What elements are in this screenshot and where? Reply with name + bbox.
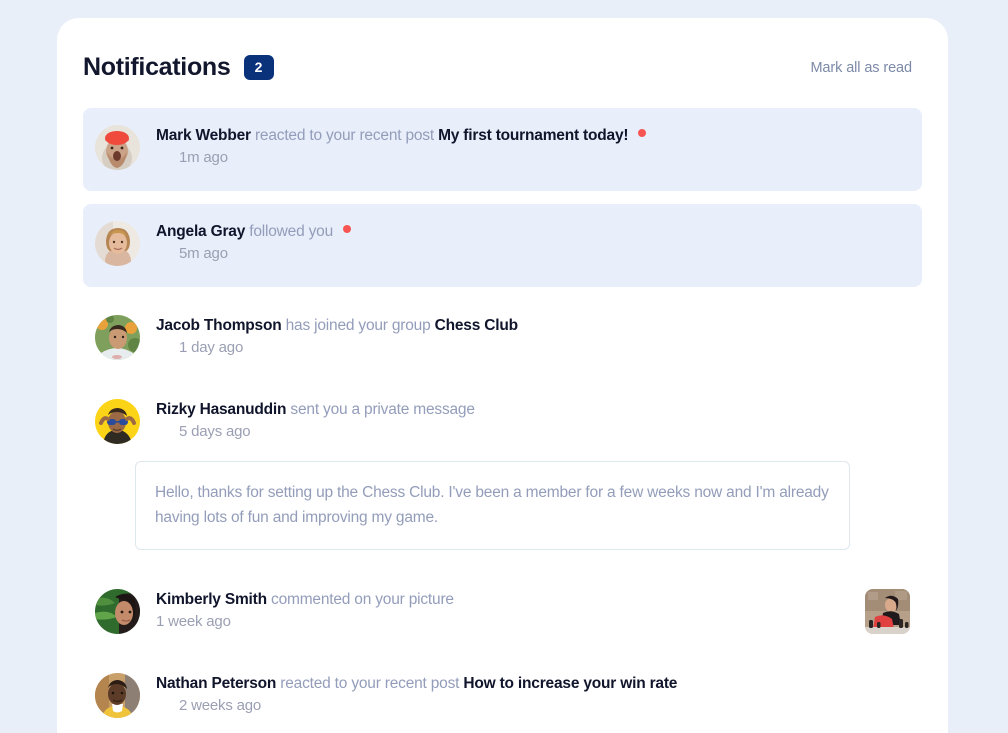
notification-time: 5m ago — [179, 245, 228, 262]
notification-time: 2 weeks ago — [179, 697, 262, 714]
notifications-page: Notifications 2 Mark all as read Mark We… — [0, 0, 1008, 733]
actor-name[interactable]: Jacob Thompson — [156, 317, 282, 334]
avatar-kimberly-smith[interactable] — [95, 589, 140, 634]
target-text[interactable]: Chess Club — [435, 317, 518, 334]
action-text: commented on your picture — [271, 591, 454, 608]
title-group: Notifications 2 — [83, 55, 274, 80]
notification-body: Mark Webber reacted to your recent post … — [156, 125, 910, 168]
action-text: followed you — [249, 223, 334, 240]
actor-name[interactable]: Rizky Hasanuddin — [156, 401, 287, 418]
notification-item[interactable]: Jacob Thompson has joined your group Che… — [83, 300, 922, 375]
notification-list: Mark Webber reacted to your recent post … — [57, 90, 948, 733]
notification-body: Kimberly Smith commented on your picture… — [156, 589, 865, 632]
action-text: reacted to your recent post — [254, 127, 434, 144]
action-text: has joined your group — [285, 317, 431, 334]
notification-item[interactable]: Mark Webber reacted to your recent post … — [83, 108, 922, 191]
notification-item[interactable]: Kimberly Smith commented on your picture… — [83, 574, 922, 649]
actor-name[interactable]: Kimberly Smith — [156, 591, 267, 608]
notification-time: 1 day ago — [179, 339, 244, 356]
actor-name[interactable]: Mark Webber — [156, 127, 251, 144]
notification-text: Angela Gray followed you — [156, 222, 910, 242]
avatar-mark-webber[interactable] — [95, 125, 140, 170]
chess-picture-thumbnail[interactable] — [865, 589, 910, 634]
notification-time: 1m ago — [179, 149, 228, 166]
notification-body: Rizky Hasanuddin sent you a private mess… — [156, 399, 910, 442]
notification-text: Nathan Peterson reacted to your recent p… — [156, 674, 910, 694]
page-title: Notifications — [83, 53, 231, 81]
notification-time: 1 week ago — [156, 613, 231, 630]
notification-text: Mark Webber reacted to your recent post … — [156, 126, 910, 146]
target-text[interactable]: How to increase your win rate — [463, 675, 677, 692]
unread-dot-icon — [343, 225, 352, 233]
notification-body: Nathan Peterson reacted to your recent p… — [156, 673, 910, 716]
avatar-nathan-peterson[interactable] — [95, 673, 140, 718]
notification-body: Jacob Thompson has joined your group Che… — [156, 315, 910, 358]
actor-name[interactable]: Nathan Peterson — [156, 675, 276, 692]
unread-count-badge: 2 — [243, 55, 274, 80]
notification-item[interactable]: Rizky Hasanuddin sent you a private mess… — [83, 384, 922, 565]
mark-all-as-read-button[interactable]: Mark all as read — [810, 60, 912, 76]
action-text: sent you a private message — [290, 401, 475, 418]
avatar-jacob-thompson[interactable] — [95, 315, 140, 360]
actor-name[interactable]: Angela Gray — [156, 223, 245, 240]
target-text[interactable]: My first tournament today! — [438, 127, 628, 144]
notification-text: Rizky Hasanuddin sent you a private mess… — [156, 400, 910, 420]
notification-item[interactable]: Nathan Peterson reacted to your recent p… — [83, 658, 922, 733]
unread-dot-icon — [638, 129, 647, 137]
notification-item[interactable]: Angela Gray followed you 5m ago — [83, 204, 922, 287]
private-message-preview[interactable]: Hello, thanks for setting up the Chess C… — [135, 461, 850, 550]
action-text: reacted to your recent post — [280, 675, 460, 692]
notification-text: Jacob Thompson has joined your group Che… — [156, 316, 910, 336]
card-header: Notifications 2 Mark all as read — [57, 18, 948, 90]
avatar-angela-gray[interactable] — [95, 221, 140, 266]
avatar-rizky-hasanuddin[interactable] — [95, 399, 140, 444]
notification-body: Angela Gray followed you 5m ago — [156, 221, 910, 264]
notification-time: 5 days ago — [179, 423, 251, 440]
notification-text: Kimberly Smith commented on your picture — [156, 590, 865, 610]
notifications-card: Notifications 2 Mark all as read Mark We… — [57, 18, 948, 733]
